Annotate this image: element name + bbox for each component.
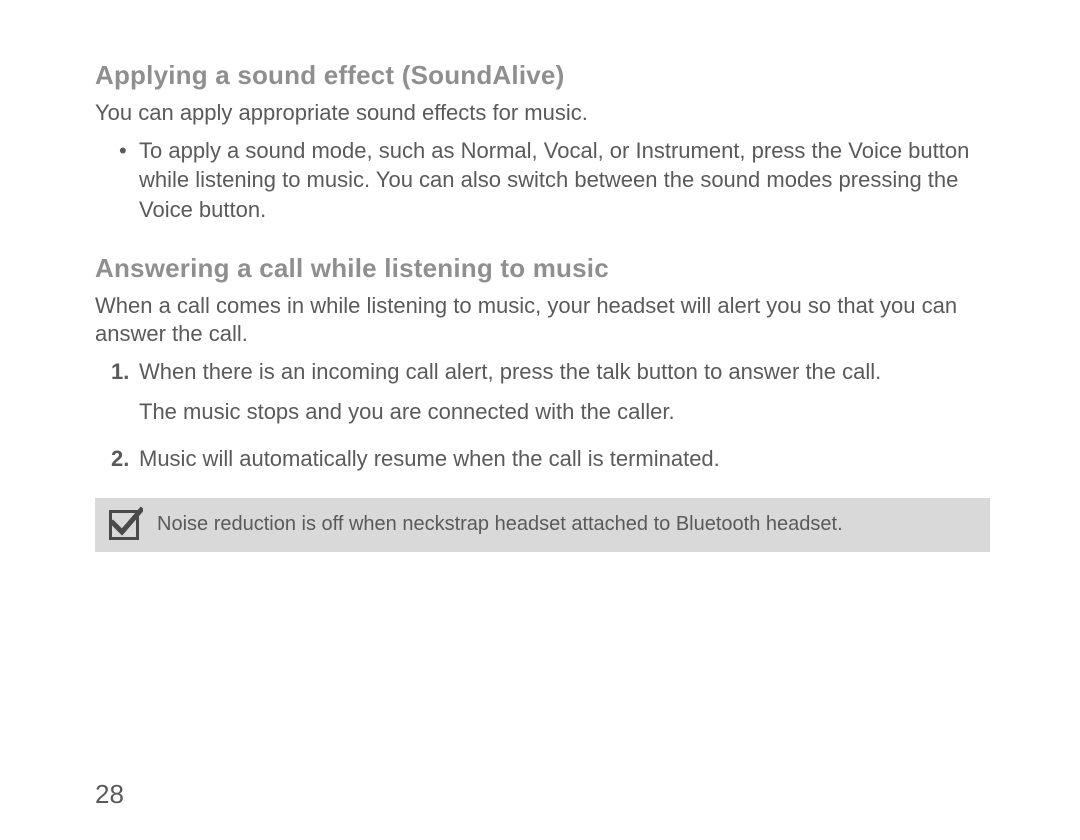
section-heading-sound-effect: Applying a sound effect (SoundAlive) (95, 60, 990, 91)
step-1-sub: The music stops and you are connected wi… (139, 397, 990, 427)
note-box: Noise reduction is off when neckstrap he… (95, 498, 990, 552)
page-number: 28 (95, 779, 124, 810)
sound-effect-intro: You can apply appropriate sound effects … (95, 99, 990, 128)
section-heading-answering-call: Answering a call while listening to musi… (95, 253, 990, 284)
checkmark-icon (109, 510, 139, 540)
answering-call-intro: When a call comes in while listening to … (95, 292, 990, 349)
document-page: Applying a sound effect (SoundAlive) You… (0, 0, 1080, 840)
sound-effect-bullet: To apply a sound mode, such as Normal, V… (139, 136, 990, 225)
step-1: When there is an incoming call alert, pr… (139, 357, 990, 426)
sound-effect-bullet-list: To apply a sound mode, such as Normal, V… (95, 136, 990, 225)
step-1-text: When there is an incoming call alert, pr… (139, 359, 881, 384)
note-text: Noise reduction is off when neckstrap he… (157, 513, 843, 536)
answering-call-steps: When there is an incoming call alert, pr… (95, 357, 990, 474)
step-2: Music will automatically resume when the… (139, 444, 990, 474)
